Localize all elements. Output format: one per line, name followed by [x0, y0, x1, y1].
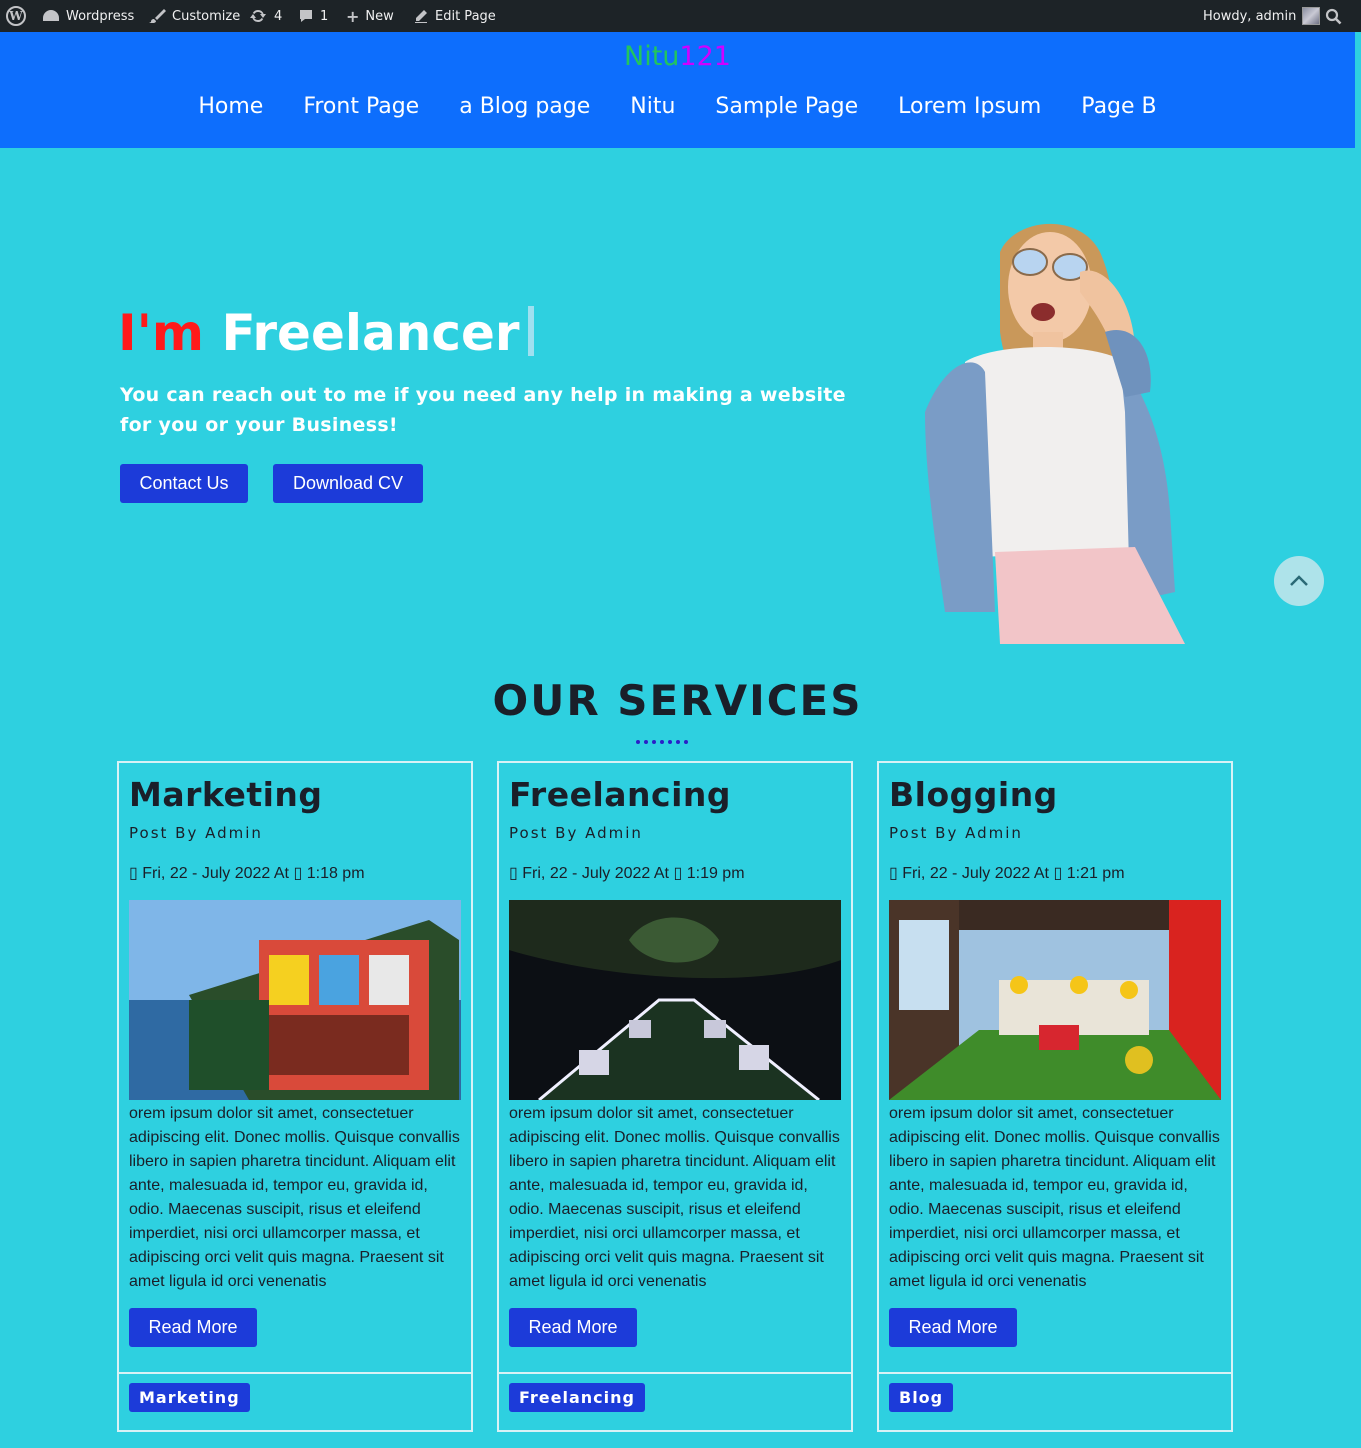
site-name-label: Wordpress — [66, 8, 135, 24]
clock-icon: ▯ — [293, 865, 303, 882]
clock-icon: ▯ — [673, 865, 683, 882]
updates-link[interactable]: 4 — [248, 0, 282, 32]
scroll-to-top-button[interactable] — [1274, 556, 1324, 606]
card-divider — [879, 1372, 1231, 1374]
card-author: Post By Admin — [509, 824, 643, 842]
card-author: Post By Admin — [129, 824, 263, 842]
pencil-icon — [413, 8, 429, 24]
typing-cursor — [527, 306, 534, 356]
avatar — [1302, 7, 1321, 25]
brush-icon — [148, 8, 166, 24]
hero-title-word: Freelancer — [221, 304, 520, 362]
site-title-part2: 121 — [679, 41, 731, 72]
card-title[interactable]: Freelancing — [509, 775, 731, 814]
calendar-icon: ▯ — [509, 865, 518, 882]
card-title[interactable]: Blogging — [889, 775, 1058, 814]
updates-icon — [248, 8, 268, 24]
card-time-text: 1:19 pm — [686, 865, 745, 882]
wordpress-logo-button[interactable]: W — [6, 0, 26, 32]
card-excerpt: orem ipsum dolor sit amet, consectetuer … — [129, 1105, 460, 1290]
category-tag[interactable]: Freelancing — [509, 1383, 645, 1412]
comments-count: 1 — [320, 8, 329, 24]
hero-subtitle: You can reach out to me if you need any … — [120, 384, 846, 436]
read-more-button[interactable]: Read More — [129, 1308, 257, 1347]
chevron-up-icon — [1290, 575, 1308, 586]
new-label: New — [365, 8, 394, 24]
download-cv-button[interactable]: Download CV — [273, 464, 423, 503]
card-image-houseboat[interactable] — [129, 900, 461, 1100]
category-tag[interactable]: Marketing — [129, 1383, 250, 1412]
site-title[interactable]: Nitu121 — [0, 41, 1355, 72]
main-navigation: Home Front Page a Blog page Nitu Sample … — [0, 94, 1355, 119]
new-content-menu[interactable]: + New — [346, 0, 394, 32]
card-time-text: 1:21 pm — [1066, 865, 1125, 882]
card-image-boat-interior[interactable] — [889, 900, 1221, 1100]
site-name-menu[interactable]: Wordpress — [42, 0, 134, 32]
customize-label: Customize — [172, 8, 241, 24]
card-image-night-deck[interactable] — [509, 900, 841, 1100]
nav-home[interactable]: Home — [198, 94, 263, 119]
calendar-icon: ▯ — [129, 865, 138, 882]
comment-icon — [298, 8, 314, 24]
search-icon — [1325, 8, 1342, 25]
site-header: Nitu121 Home Front Page a Blog page Nitu… — [0, 32, 1355, 148]
hero-portrait-image — [905, 212, 1190, 644]
nav-lorem-ipsum[interactable]: Lorem Ipsum — [898, 94, 1041, 119]
nav-front-page[interactable]: Front Page — [303, 94, 419, 119]
card-date-text: Fri, 22 - July 2022 At — [902, 865, 1049, 882]
card-divider — [499, 1372, 851, 1374]
plus-icon: + — [346, 6, 360, 26]
updates-count: 4 — [274, 8, 283, 24]
nav-nitu[interactable]: Nitu — [630, 94, 675, 119]
heading-divider-dots — [636, 740, 688, 744]
contact-us-button[interactable]: Contact Us — [120, 464, 248, 503]
service-card-freelancing: Freelancing Post By Admin ▯ Fri, 22 - Ju… — [497, 761, 853, 1432]
hero-title: I'm Freelancer — [118, 304, 534, 362]
site-title-part1: Nitu — [624, 41, 680, 72]
card-time-text: 1:18 pm — [306, 865, 365, 882]
card-date: ▯ Fri, 22 - July 2022 At ▯ 1:19 pm — [509, 863, 745, 883]
services-heading: OUR SERVICES — [492, 676, 863, 725]
read-more-button[interactable]: Read More — [509, 1308, 637, 1347]
read-more-button[interactable]: Read More — [889, 1308, 1017, 1347]
nav-page-b[interactable]: Page B — [1081, 94, 1156, 119]
search-button[interactable] — [1325, 0, 1342, 32]
card-date-text: Fri, 22 - July 2022 At — [142, 865, 289, 882]
service-card-marketing: Marketing Post By Admin ▯ Fri, 22 - July… — [117, 761, 473, 1432]
my-account-menu[interactable]: Howdy, admin — [1203, 0, 1321, 32]
howdy-label: Howdy, admin — [1203, 8, 1297, 24]
card-author: Post By Admin — [889, 824, 1023, 842]
card-excerpt: orem ipsum dolor sit amet, consectetuer … — [889, 1105, 1220, 1290]
card-date-text: Fri, 22 - July 2022 At — [522, 865, 669, 882]
nav-blog-page[interactable]: a Blog page — [459, 94, 590, 119]
card-divider — [119, 1372, 471, 1374]
comments-link[interactable]: 1 — [298, 0, 328, 32]
customize-link[interactable]: Customize — [148, 0, 240, 32]
card-title[interactable]: Marketing — [129, 775, 323, 814]
clock-icon: ▯ — [1053, 865, 1063, 882]
category-tag[interactable]: Blog — [889, 1383, 954, 1412]
dashboard-icon — [42, 8, 60, 24]
edit-page-label: Edit Page — [435, 8, 496, 24]
card-date: ▯ Fri, 22 - July 2022 At ▯ 1:21 pm — [889, 863, 1125, 883]
edit-page-link[interactable]: Edit Page — [413, 0, 496, 32]
wordpress-icon: W — [6, 6, 26, 26]
card-excerpt: orem ipsum dolor sit amet, consectetuer … — [509, 1105, 840, 1290]
nav-sample-page[interactable]: Sample Page — [715, 94, 858, 119]
calendar-icon: ▯ — [889, 865, 898, 882]
hero-title-prefix: I'm — [118, 304, 205, 362]
service-card-blogging: Blogging Post By Admin ▯ Fri, 22 - July … — [877, 761, 1233, 1432]
card-date: ▯ Fri, 22 - July 2022 At ▯ 1:18 pm — [129, 863, 365, 883]
wp-admin-bar: W Wordpress Customize 4 1 + New Edit Pag… — [0, 0, 1361, 32]
